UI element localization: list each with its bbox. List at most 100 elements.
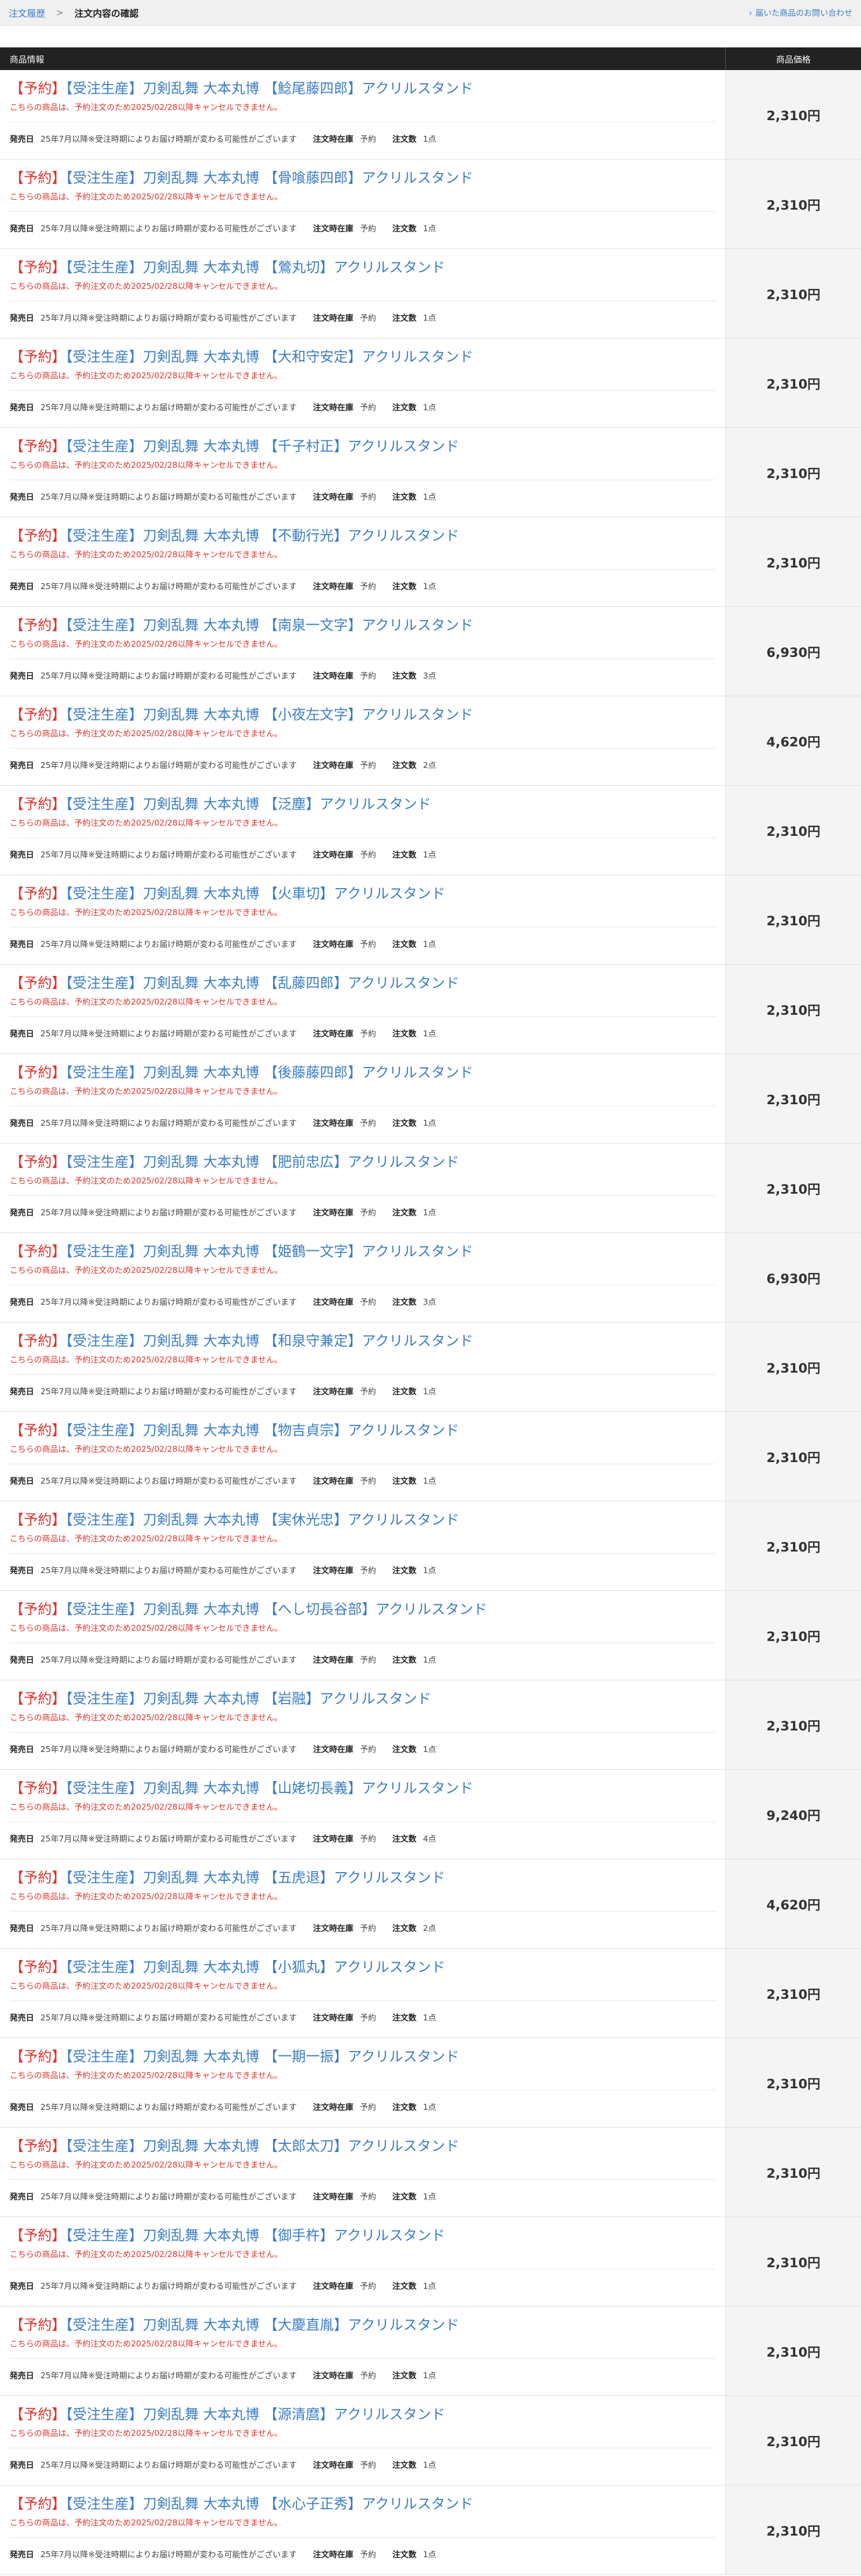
inquiry-link[interactable]: › 届いた商品のお問い合わせ xyxy=(749,7,852,18)
product-meta: 発売日 25年7月以降※受注時期によりお届け時期が変わる可能性がございます 注文時在… xyxy=(10,938,436,950)
product-name-link[interactable]: 【受注生産】刀剣乱舞 大本丸博 【泛塵】アクリルスタンド xyxy=(66,797,431,813)
divider xyxy=(10,1016,716,1017)
quantity-value: 1点 xyxy=(422,403,436,412)
product-info-cell: 【予約】【受注生産】刀剣乱舞 大本丸博 【南泉一文字】アクリルスタンド こちらの… xyxy=(0,607,725,696)
product-name-link[interactable]: 【受注生産】刀剣乱舞 大本丸博 【小夜左文字】アクリルスタンド xyxy=(66,707,473,723)
release-value: 25年7月以降※受注時期によりお届け時期が変わる可能性がございます xyxy=(40,1297,297,1307)
product-name-link[interactable]: 【受注生産】刀剣乱舞 大本丸博 【源清麿】アクリルスタンド xyxy=(66,2407,445,2423)
release-label: 発売日 xyxy=(10,1387,34,1396)
product-name-link[interactable]: 【受注生産】刀剣乱舞 大本丸博 【肥前忠広】アクリルスタンド xyxy=(66,1154,459,1171)
product-name-link[interactable]: 【受注生産】刀剣乱舞 大本丸博 【和泉守兼定】アクリルスタンド xyxy=(66,1333,473,1349)
table-row: 【予約】【受注生産】刀剣乱舞 大本丸博 【不動行光】アクリルスタンド こちらの商… xyxy=(0,517,861,607)
release-label: 発売日 xyxy=(10,492,34,502)
product-name-link[interactable]: 【受注生産】刀剣乱舞 大本丸博 【五虎退】アクリルスタンド xyxy=(66,1870,445,1886)
release-label: 発売日 xyxy=(10,760,34,770)
price-cell: 2,310円 xyxy=(725,965,861,1054)
quantity-label: 注文数 xyxy=(392,760,416,770)
preorder-tag: 【予約】 xyxy=(10,707,66,723)
product-name-link[interactable]: 【受注生産】刀剣乱舞 大本丸博 【岩融】アクリルスタンド xyxy=(66,1691,431,1707)
product-name-link[interactable]: 【受注生産】刀剣乱舞 大本丸博 【鶯丸切】アクリルスタンド xyxy=(66,260,445,276)
quantity-value: 2点 xyxy=(422,760,436,770)
quantity-value: 1点 xyxy=(422,2371,436,2380)
cancellation-notice: こちらの商品は、予約注文のため2025/02/28以降キャンセルできません。 xyxy=(10,1444,283,1454)
product-name-link[interactable]: 【受注生産】刀剣乱舞 大本丸博 【後藤藤四郎】アクリルスタンド xyxy=(66,1065,473,1081)
release-label: 発売日 xyxy=(10,1655,34,1665)
divider xyxy=(10,2537,716,2538)
quantity-label: 注文数 xyxy=(392,2102,416,2112)
product-title: 【予約】【受注生産】刀剣乱舞 大本丸博 【火車切】アクリルスタンド xyxy=(10,883,445,903)
product-name-link[interactable]: 【受注生産】刀剣乱舞 大本丸博 【山姥切長義】アクリルスタンド xyxy=(66,1781,473,1797)
table-row: 【予約】【受注生産】刀剣乱舞 大本丸博 【五虎退】アクリルスタンド こちらの商品… xyxy=(0,1859,861,1949)
stock-label: 注文時在庫 xyxy=(313,2460,353,2470)
stock-value: 予約 xyxy=(359,134,376,144)
product-info-cell: 【予約】【受注生産】刀剣乱舞 大本丸博 【肥前忠広】アクリルスタンド こちらの商… xyxy=(0,1144,725,1232)
product-name-link[interactable]: 【受注生産】刀剣乱舞 大本丸博 【御手杵】アクリルスタンド xyxy=(66,2228,445,2244)
preorder-tag: 【予約】 xyxy=(10,1870,66,1886)
product-title: 【予約】【受注生産】刀剣乱舞 大本丸博 【へし切長谷部】アクリルスタンド xyxy=(10,1598,487,1618)
product-meta: 発売日 25年7月以降※受注時期によりお届け時期が変わる可能性がございます 注文時在… xyxy=(10,849,436,860)
price-cell: 2,310円 xyxy=(725,2217,861,2306)
product-info-cell: 【予約】【受注生産】刀剣乱舞 大本丸博 【源清麿】アクリルスタンド こちらの商品… xyxy=(0,2396,725,2485)
stock-value: 予約 xyxy=(359,850,376,860)
preorder-tag: 【予約】 xyxy=(10,797,66,813)
quantity-label: 注文数 xyxy=(392,1029,416,1038)
product-name-link[interactable]: 【受注生産】刀剣乱舞 大本丸博 【火車切】アクリルスタンド xyxy=(66,886,445,902)
stock-value: 予約 xyxy=(359,224,376,233)
order-items-table: 商品情報 商品価格 【予約】【受注生産】刀剣乱舞 大本丸博 【鯰尾藤四郎】アクリ… xyxy=(0,47,861,2575)
product-meta: 発売日 25年7月以降※受注時期によりお届け時期が変わる可能性がございます 注文時在… xyxy=(10,2191,436,2202)
stock-value: 予約 xyxy=(359,313,376,323)
release-label: 発売日 xyxy=(10,1566,34,1575)
release-value: 25年7月以降※受注時期によりお届け時期が変わる可能性がございます xyxy=(40,1744,297,1754)
product-meta: 発売日 25年7月以降※受注時期によりお届け時期が変わる可能性がございます 注文時在… xyxy=(10,1117,436,1128)
cancellation-notice: こちらの商品は、予約注文のため2025/02/28以降キャンセルできません。 xyxy=(10,102,283,112)
release-value: 25年7月以降※受注時期によりお届け時期が変わる可能性がございます xyxy=(40,939,297,949)
release-value: 25年7月以降※受注時期によりお届け時期が変わる可能性がございます xyxy=(40,2281,297,2291)
product-name-link[interactable]: 【受注生産】刀剣乱舞 大本丸博 【大慶直胤】アクリルスタンド xyxy=(66,2317,459,2333)
table-row: 【予約】【受注生産】刀剣乱舞 大本丸博 【鶯丸切】アクリルスタンド こちらの商品… xyxy=(0,249,861,338)
product-name-link[interactable]: 【受注生産】刀剣乱舞 大本丸博 【南泉一文字】アクリルスタンド xyxy=(66,618,473,634)
product-name-link[interactable]: 【受注生産】刀剣乱舞 大本丸博 【水心子正秀】アクリルスタンド xyxy=(66,2496,473,2512)
product-name-link[interactable]: 【受注生産】刀剣乱舞 大本丸博 【小狐丸】アクリルスタンド xyxy=(66,1959,445,1976)
stock-value: 予約 xyxy=(359,1834,376,1844)
product-meta: 発売日 25年7月以降※受注時期によりお届け時期が変わる可能性がございます 注文時在… xyxy=(10,1386,436,1397)
product-title: 【予約】【受注生産】刀剣乱舞 大本丸博 【一期一振】アクリルスタンド xyxy=(10,2046,459,2066)
release-value: 25年7月以降※受注時期によりお届け時期が変わる可能性がございます xyxy=(40,1387,297,1396)
product-name-link[interactable]: 【受注生産】刀剣乱舞 大本丸博 【へし切長谷部】アクリルスタンド xyxy=(66,1602,487,1618)
product-name-link[interactable]: 【受注生産】刀剣乱舞 大本丸博 【姫鶴一文字】アクリルスタンド xyxy=(66,1244,473,1260)
cancellation-notice: こちらの商品は、予約注文のため2025/02/28以降キャンセルできません。 xyxy=(10,1086,283,1096)
product-name-link[interactable]: 【受注生産】刀剣乱舞 大本丸博 【一期一振】アクリルスタンド xyxy=(66,2049,459,2065)
stock-label: 注文時在庫 xyxy=(313,224,353,233)
quantity-label: 注文数 xyxy=(392,492,416,502)
quantity-value: 1点 xyxy=(422,1387,436,1396)
product-name-link[interactable]: 【受注生産】刀剣乱舞 大本丸博 【太郎太刀】アクリルスタンド xyxy=(66,2138,459,2155)
price-cell: 4,620円 xyxy=(725,696,861,785)
product-info-cell: 【予約】【受注生産】刀剣乱舞 大本丸博 【物吉貞宗】アクリルスタンド こちらの商… xyxy=(0,1412,725,1501)
product-title: 【予約】【受注生産】刀剣乱舞 大本丸博 【物吉貞宗】アクリルスタンド xyxy=(10,1419,459,1439)
product-name-link[interactable]: 【受注生産】刀剣乱舞 大本丸博 【不動行光】アクリルスタンド xyxy=(66,528,459,544)
product-name-link[interactable]: 【受注生産】刀剣乱舞 大本丸博 【乱藤四郎】アクリルスタンド xyxy=(66,975,459,992)
quantity-label: 注文数 xyxy=(392,224,416,233)
product-name-link[interactable]: 【受注生産】刀剣乱舞 大本丸博 【実休光忠】アクリルスタンド xyxy=(66,1512,459,1528)
product-name-link[interactable]: 【受注生産】刀剣乱舞 大本丸博 【鯰尾藤四郎】アクリルスタンド xyxy=(66,81,473,97)
preorder-tag: 【予約】 xyxy=(10,2496,66,2512)
breadcrumb-bar: 注文履歴 > 注文内容の確認 › 届いた商品のお問い合わせ xyxy=(0,0,861,26)
product-name-link[interactable]: 【受注生産】刀剣乱舞 大本丸博 【物吉貞宗】アクリルスタンド xyxy=(66,1423,459,1439)
breadcrumb-order-history-link[interactable]: 注文履歴 xyxy=(9,6,45,19)
breadcrumb-separator: > xyxy=(56,7,64,18)
product-title: 【予約】【受注生産】刀剣乱舞 大本丸博 【御手杵】アクリルスタンド xyxy=(10,2225,445,2245)
product-name-link[interactable]: 【受注生産】刀剣乱舞 大本丸博 【千子村正】アクリルスタンド xyxy=(66,439,459,455)
release-value: 25年7月以降※受注時期によりお届け時期が変わる可能性がございます xyxy=(40,2550,297,2559)
product-name-link[interactable]: 【受注生産】刀剣乱舞 大本丸博 【骨喰藤四郎】アクリルスタンド xyxy=(66,170,473,186)
price-cell: 2,310円 xyxy=(725,249,861,338)
quantity-value: 1点 xyxy=(422,1476,436,1486)
release-label: 発売日 xyxy=(10,850,34,860)
release-value: 25年7月以降※受注時期によりお届け時期が変わる可能性がございます xyxy=(40,492,297,502)
product-info-cell: 【予約】【受注生産】刀剣乱舞 大本丸博 【太郎太刀】アクリルスタンド こちらの商… xyxy=(0,2128,725,2217)
divider xyxy=(10,1553,716,1554)
stock-label: 注文時在庫 xyxy=(313,1566,353,1575)
table-row: 【予約】【受注生産】刀剣乱舞 大本丸博 【姫鶴一文字】アクリルスタンド こちらの… xyxy=(0,1233,861,1322)
release-label: 発売日 xyxy=(10,1297,34,1307)
price-cell: 2,310円 xyxy=(725,2307,861,2395)
product-info-cell: 【予約】【受注生産】刀剣乱舞 大本丸博 【泛塵】アクリルスタンド こちらの商品は… xyxy=(0,786,725,875)
product-name-link[interactable]: 【受注生産】刀剣乱舞 大本丸博 【大和守安定】アクリルスタンド xyxy=(66,349,473,365)
